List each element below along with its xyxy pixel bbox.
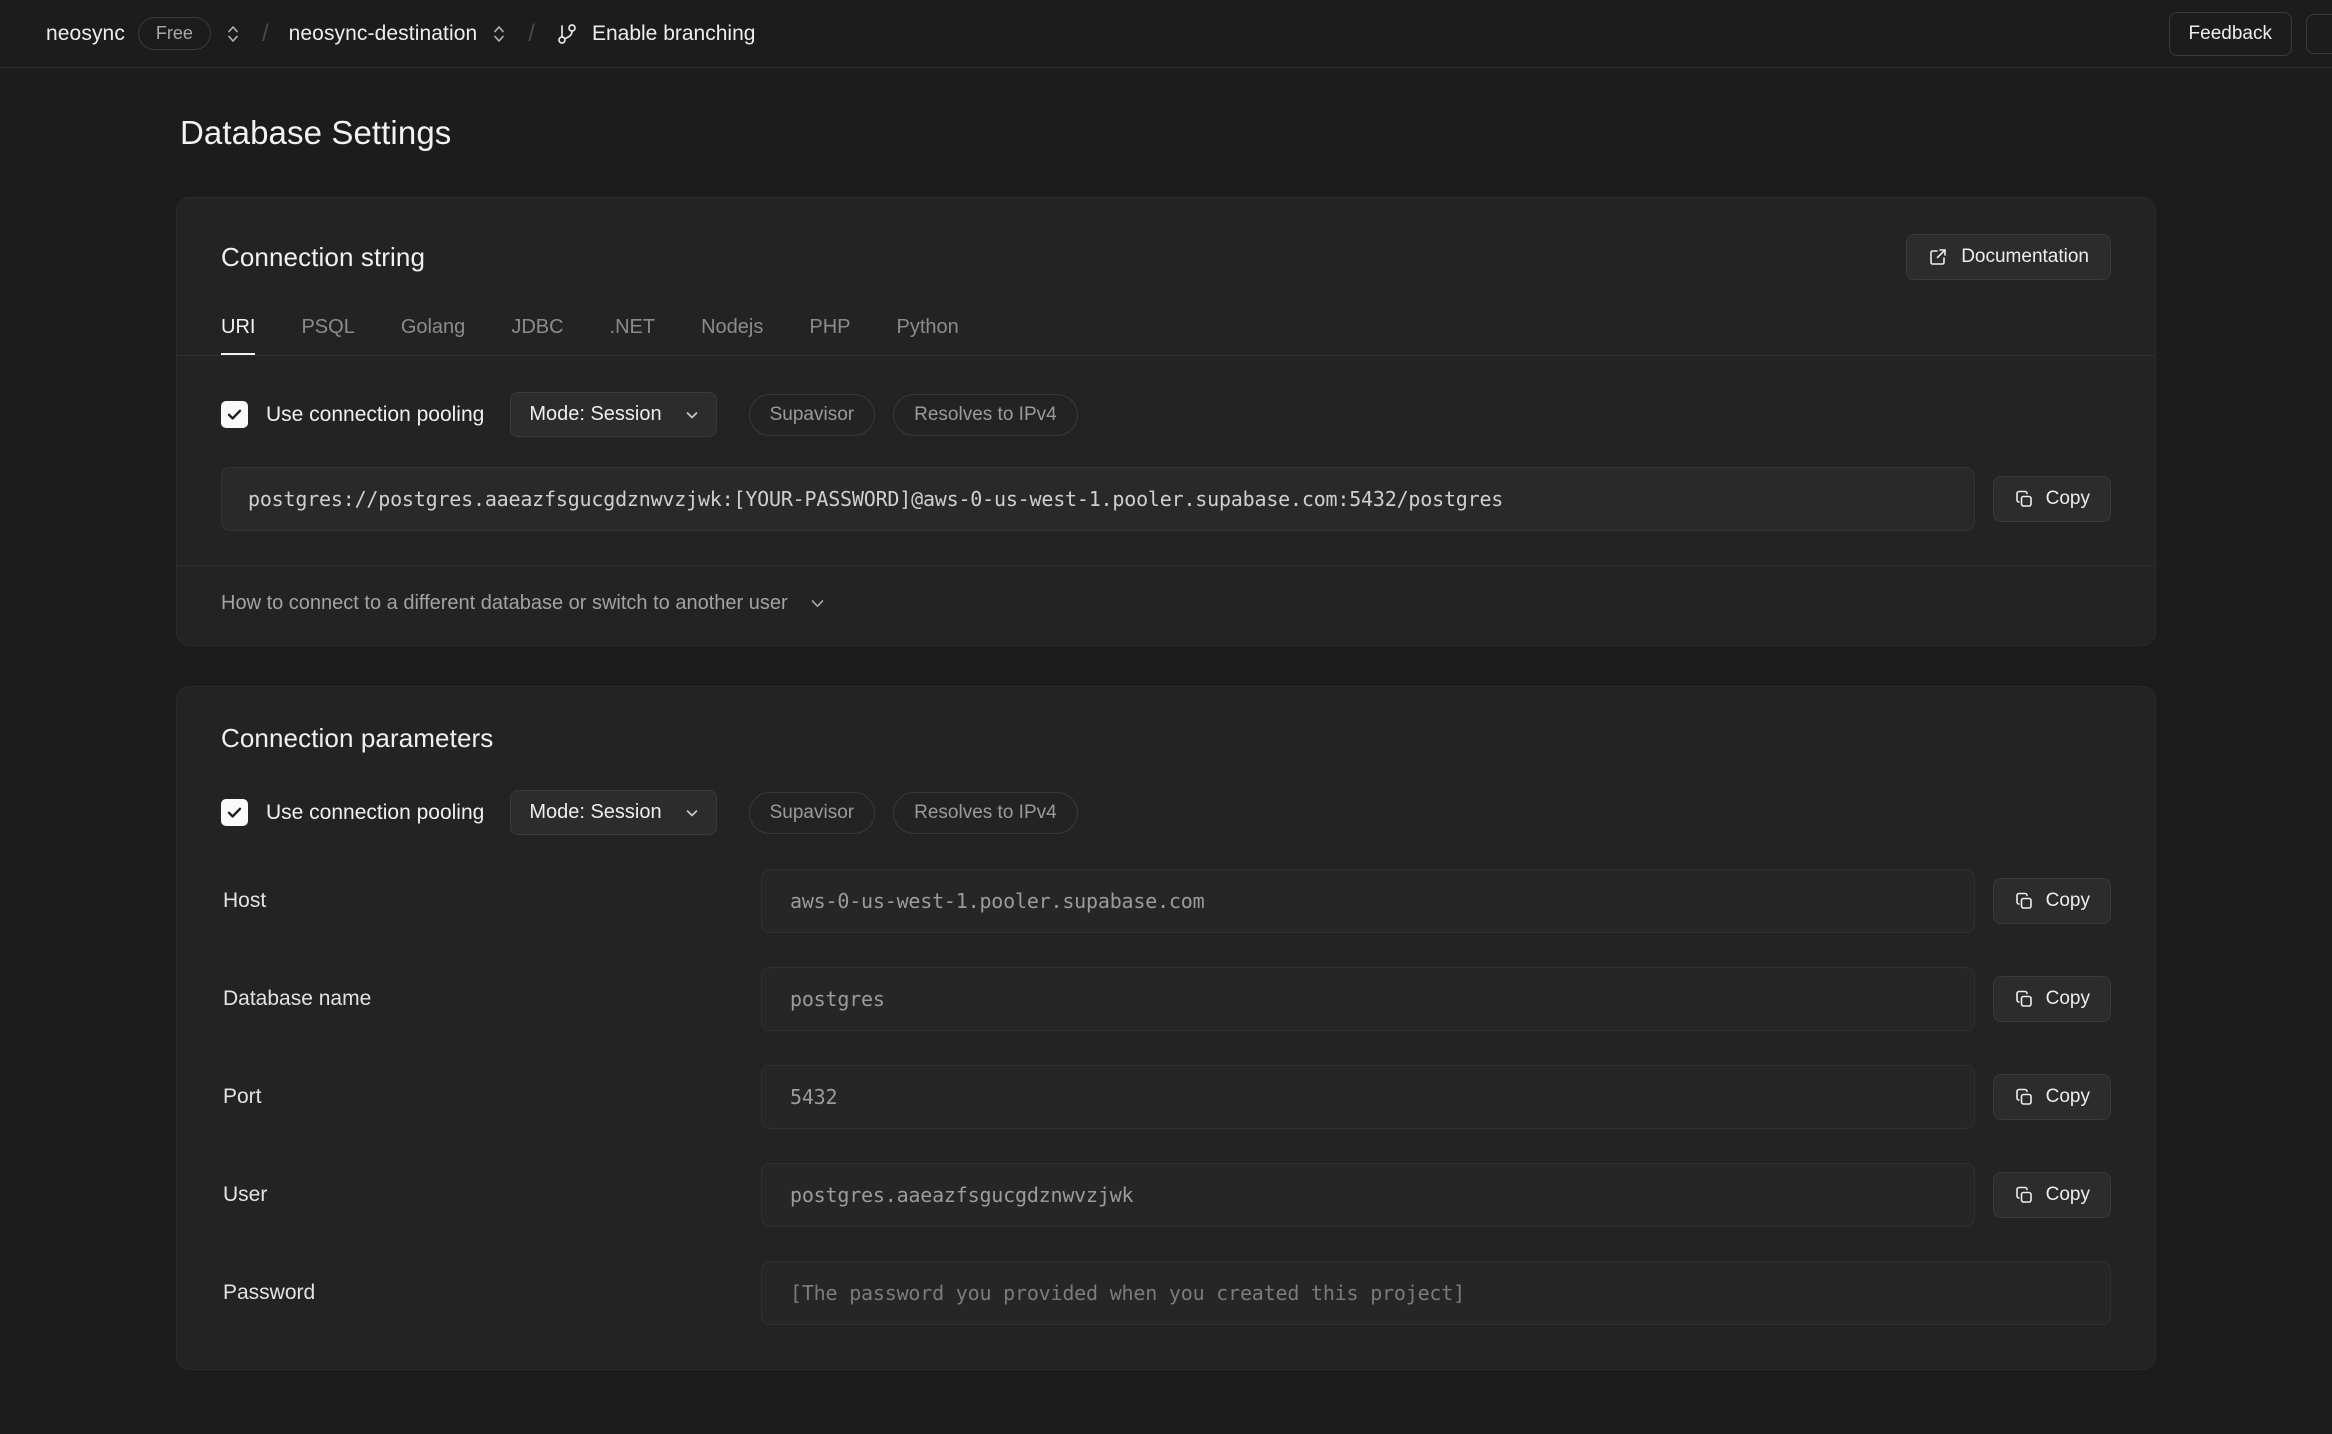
plan-badge: Free (137, 17, 211, 50)
tab-psql[interactable]: PSQL (301, 306, 354, 355)
breadcrumb-project[interactable]: neosync-destination (289, 21, 509, 47)
tab-php[interactable]: PHP (809, 306, 850, 355)
badge-resolves-ipv4: Resolves to IPv4 (893, 393, 1078, 436)
copy-icon (2014, 489, 2034, 509)
copy-icon (2014, 989, 2034, 1009)
copy-icon (2014, 891, 2034, 911)
copy-icon (2014, 1185, 2034, 1205)
connection-string-header: Connection string Documentation (177, 198, 2155, 280)
badge-supavisor: Supavisor (748, 393, 876, 436)
use-connection-pooling-label: Use connection pooling (266, 800, 485, 824)
tab-uri[interactable]: URI (221, 306, 256, 355)
use-connection-pooling-checkbox[interactable] (221, 401, 248, 428)
tab-jdbc[interactable]: JDBC (511, 306, 563, 355)
connection-parameters-card: Connection parameters Use connection poo… (176, 686, 2156, 1370)
connection-parameters-pooling-row: Use connection pooling Mode: Session Sup… (177, 754, 2155, 835)
use-connection-pooling-checkbox[interactable] (221, 799, 248, 826)
copy-label: Copy (2045, 1086, 2090, 1107)
topbar-overflow-button[interactable] (2306, 13, 2332, 54)
param-row-host: Host aws-0-us-west-1.pooler.supabase.com… (221, 869, 2111, 933)
chevron-up-down-icon[interactable] (490, 21, 508, 47)
copy-host-button[interactable]: Copy (1992, 878, 2111, 924)
tab-golang[interactable]: Golang (401, 306, 466, 355)
copy-label: Copy (2045, 1184, 2090, 1205)
project-name: neosync-destination (288, 21, 478, 45)
breadcrumb-separator: / (261, 19, 269, 47)
copy-label: Copy (2045, 988, 2090, 1009)
how-to-connect-label: How to connect to a different database o… (221, 592, 788, 614)
copy-connection-string-button[interactable]: Copy (1992, 476, 2111, 522)
param-label: Host (223, 889, 267, 912)
param-value-database-name[interactable]: postgres (761, 967, 1975, 1031)
connection-string-title: Connection string (221, 241, 426, 272)
how-to-connect-expander[interactable]: How to connect to a different database o… (177, 566, 2155, 645)
chevron-down-icon (684, 407, 700, 423)
tab-dotnet[interactable]: .NET (610, 306, 656, 355)
breadcrumb-org[interactable]: neosync Free (46, 17, 242, 50)
badge-supavisor: Supavisor (748, 791, 876, 834)
param-value-password[interactable]: [The password you provided when you crea… (761, 1261, 2111, 1325)
connection-string-input[interactable]: postgres://postgres.aaeazfsgucgdznwvzjwk… (221, 467, 1975, 531)
topbar-actions: Feedback (2168, 0, 2332, 67)
pooling-mode-select[interactable]: Mode: Session (510, 790, 717, 835)
tab-python[interactable]: Python (897, 306, 959, 355)
param-label: Password (223, 1281, 316, 1304)
topbar: neosync Free / neosync-destination / Ena… (0, 0, 2332, 68)
page-title: Database Settings (180, 114, 452, 151)
documentation-label: Documentation (1961, 246, 2089, 267)
connection-string-value-row: postgres://postgres.aaeazfsgucgdznwvzjwk… (177, 437, 2155, 531)
param-row-database-name: Database name postgres Copy (221, 967, 2111, 1031)
feedback-button[interactable]: Feedback (2168, 11, 2292, 56)
param-label: Port (223, 1085, 262, 1108)
copy-port-button[interactable]: Copy (1992, 1074, 2111, 1120)
param-value-port[interactable]: 5432 (761, 1065, 1975, 1129)
param-value-user[interactable]: postgres.aaeazfsgucgdznwvzjwk (761, 1163, 1975, 1227)
content-container: Database Settings Connection string Docu… (176, 114, 2156, 1370)
param-row-password: Password [The password you provided when… (221, 1261, 2111, 1325)
param-value-host[interactable]: aws-0-us-west-1.pooler.supabase.com (761, 869, 1975, 933)
badge-resolves-ipv4: Resolves to IPv4 (893, 791, 1078, 834)
pooling-mode-select[interactable]: Mode: Session (510, 392, 717, 437)
enable-branching-label: Enable branching (591, 21, 756, 45)
copy-user-button[interactable]: Copy (1992, 1172, 2111, 1218)
breadcrumb-separator: / (528, 19, 535, 47)
chevron-down-icon (684, 805, 700, 821)
chevron-up-down-icon[interactable] (224, 21, 242, 47)
connection-string-pooling-row: Use connection pooling Mode: Session Sup… (177, 356, 2155, 437)
chevron-down-icon (808, 594, 827, 613)
copy-database-name-button[interactable]: Copy (1992, 976, 2111, 1022)
tab-nodejs[interactable]: Nodejs (701, 306, 763, 355)
use-connection-pooling-label: Use connection pooling (266, 402, 485, 426)
pooling-mode-value: Mode: Session (529, 403, 662, 425)
connection-parameters-header: Connection parameters (177, 687, 2155, 754)
connection-parameters-title: Connection parameters (221, 723, 494, 753)
page-content: Database Settings Connection string Docu… (0, 68, 2332, 1370)
connection-string-tabs: URI PSQL Golang JDBC .NET Nodejs PHP Pyt… (177, 306, 2155, 356)
documentation-button[interactable]: Documentation (1906, 234, 2111, 280)
copy-label: Copy (2045, 488, 2090, 509)
connection-parameters-list: Host aws-0-us-west-1.pooler.supabase.com… (177, 869, 2155, 1369)
param-label: Database name (223, 987, 372, 1010)
org-name: neosync (46, 21, 125, 45)
pooling-mode-value: Mode: Session (529, 801, 662, 823)
git-branch-icon (555, 21, 579, 47)
copy-label: Copy (2045, 890, 2090, 911)
param-row-port: Port 5432 Copy (221, 1065, 2111, 1129)
connection-string-card: Connection string Documentation URI PSQL… (176, 197, 2156, 646)
enable-branching-button[interactable]: Enable branching (555, 21, 755, 47)
copy-icon (2014, 1087, 2034, 1107)
external-link-icon (1928, 247, 1948, 267)
param-label: User (223, 1183, 268, 1206)
param-row-user: User postgres.aaeazfsgucgdznwvzjwk Copy (221, 1163, 2111, 1227)
